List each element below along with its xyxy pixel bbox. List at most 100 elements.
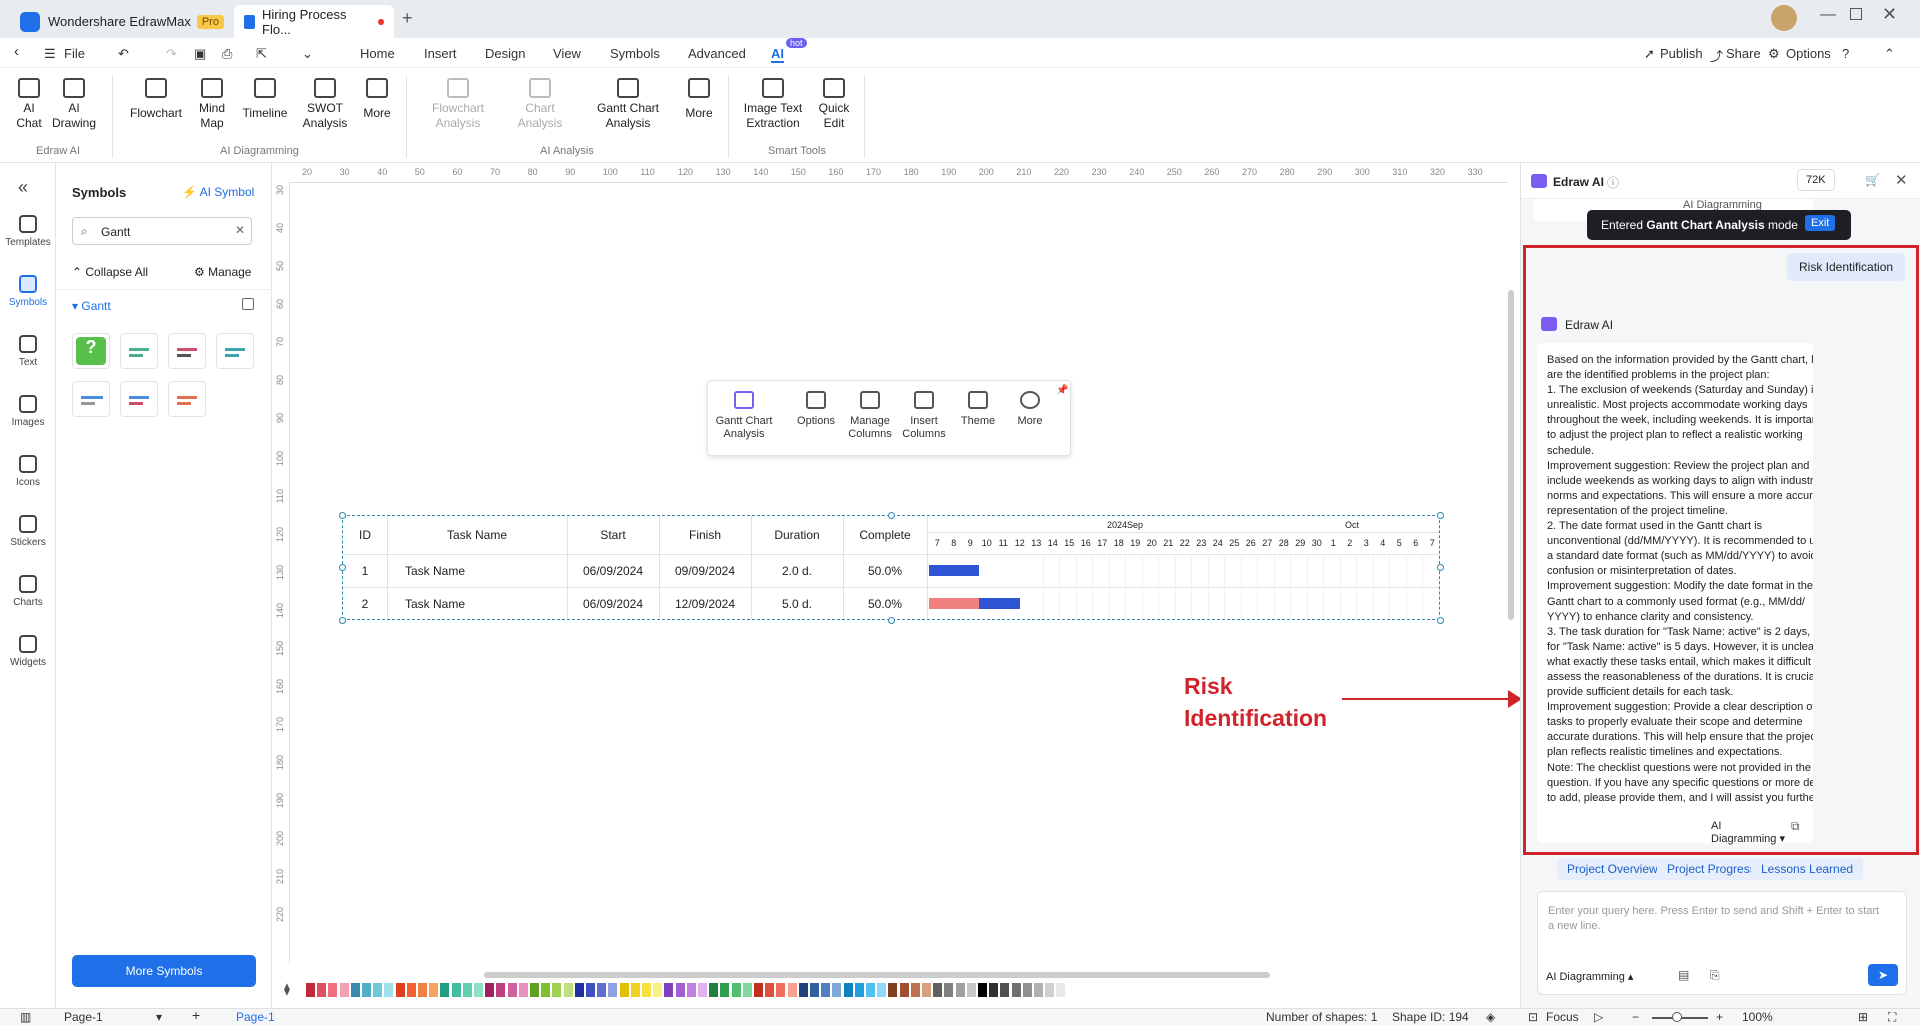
leftbar-symbols[interactable]: Symbols	[0, 275, 56, 308]
color-swatch[interactable]	[619, 983, 629, 997]
theme-button[interactable]: Theme	[958, 391, 998, 428]
suggestion-lessons-learned[interactable]: Lessons Learned	[1751, 858, 1864, 880]
color-swatch[interactable]	[854, 983, 864, 997]
options-float-button[interactable]: Options	[794, 391, 838, 428]
color-swatch[interactable]	[698, 983, 707, 997]
color-swatch[interactable]	[563, 983, 573, 997]
zoom-out-icon[interactable]: −	[1632, 1010, 1639, 1024]
color-swatch[interactable]	[541, 983, 551, 997]
color-swatch[interactable]	[328, 983, 338, 997]
color-swatch[interactable]	[384, 983, 394, 997]
attach-file-icon[interactable]: ⎘	[1710, 968, 1720, 983]
quick-edit-button[interactable]: Quick Edit	[814, 78, 854, 131]
gantt-chart[interactable]: ID Task Name Start Finish Duration Complete 1 T…	[339, 512, 1444, 624]
focus-icon[interactable]: ⊡	[1528, 1010, 1538, 1024]
manage-columns-button[interactable]: Manage Columns	[846, 391, 894, 441]
collapse-panel-icon[interactable]: «	[18, 177, 28, 198]
color-swatch[interactable]	[742, 983, 752, 997]
color-swatch[interactable]	[675, 983, 685, 997]
color-swatch[interactable]	[843, 983, 853, 997]
menu-insert[interactable]: Insert	[424, 46, 457, 61]
leftbar-charts[interactable]: Charts	[0, 575, 56, 608]
symbol-search-input[interactable]: ⌕ Gantt ✕	[72, 217, 252, 245]
undo-icon[interactable]: ↶	[118, 46, 129, 62]
color-swatch[interactable]	[362, 983, 371, 997]
help-icon[interactable]: ?	[1842, 46, 1849, 61]
collapse-all-button[interactable]: ⌃ Collapse All	[72, 265, 148, 279]
color-swatch[interactable]	[317, 983, 327, 997]
symbol-gantt-4[interactable]	[72, 381, 110, 417]
fill-bucket-icon[interactable]: ⧫	[284, 982, 290, 996]
fit-page-icon[interactable]: ⊞	[1858, 1010, 1868, 1024]
export-icon[interactable]: ⇱	[256, 46, 267, 62]
zoom-in-icon[interactable]: +	[1716, 1010, 1723, 1024]
color-swatch[interactable]	[474, 983, 483, 997]
color-swatch[interactable]	[597, 983, 607, 997]
color-swatch[interactable]	[888, 983, 898, 997]
add-page-icon[interactable]: +	[192, 1007, 200, 1023]
zoom-slider-thumb[interactable]	[1672, 1012, 1682, 1022]
color-swatch[interactable]	[989, 983, 999, 997]
color-swatch[interactable]	[530, 983, 539, 997]
color-swatch[interactable]	[630, 983, 640, 997]
info-icon[interactable]: ⓘ	[1607, 174, 1619, 191]
more-symbols-button[interactable]: More Symbols	[72, 955, 256, 987]
new-tab-icon[interactable]: +	[402, 8, 413, 29]
color-swatch[interactable]	[810, 983, 819, 997]
color-swatch[interactable]	[866, 983, 875, 997]
fullscreen-icon[interactable]: ⛶	[1888, 1010, 1896, 1025]
color-swatch[interactable]	[720, 983, 730, 997]
color-swatch[interactable]	[1056, 983, 1066, 997]
leftbar-images[interactable]: Images	[0, 395, 56, 428]
color-swatch[interactable]	[686, 983, 696, 997]
color-swatch[interactable]	[1022, 983, 1032, 997]
color-swatch[interactable]	[664, 983, 674, 997]
back-icon[interactable]: ‹	[14, 43, 19, 60]
share-button[interactable]: Share	[1726, 46, 1761, 61]
leftbar-stickers[interactable]: Stickers	[0, 515, 56, 548]
color-swatch[interactable]	[518, 983, 528, 997]
options-button[interactable]: Options	[1786, 46, 1831, 61]
color-swatch[interactable]	[440, 983, 450, 997]
ai-drawing-button[interactable]: AI Drawing	[52, 78, 96, 131]
response-mode-dropdown[interactable]: AI Diagramming ▾	[1711, 820, 1787, 845]
file-menu[interactable]: File	[64, 46, 85, 61]
color-swatch[interactable]	[1011, 983, 1021, 997]
more-dropdown-icon[interactable]: ⌄	[302, 46, 313, 62]
color-swatch[interactable]	[966, 983, 976, 997]
color-swatch[interactable]	[395, 983, 405, 997]
suggestion-project-overview[interactable]: Project Overview	[1557, 858, 1668, 880]
color-swatch[interactable]	[339, 983, 349, 997]
credits-badge[interactable]: 72K	[1797, 169, 1835, 191]
color-swatch[interactable]	[754, 983, 763, 997]
color-swatch[interactable]	[944, 983, 954, 997]
leftbar-templates[interactable]: Templates	[0, 215, 56, 248]
symbol-gantt-5[interactable]	[120, 381, 158, 417]
gantt-category[interactable]: ▾ Gantt	[72, 299, 111, 313]
insert-columns-button[interactable]: Insert Columns	[900, 391, 948, 441]
send-icon[interactable]: ➤	[1868, 964, 1898, 986]
pin-icon[interactable]: 📌	[1056, 385, 1068, 396]
image-upload-icon[interactable]: ▤	[1678, 968, 1689, 982]
gantt-analysis-float-button[interactable]: Gantt Chart Analysis	[712, 391, 776, 441]
document-tab[interactable]: Hiring Process Flo...	[234, 5, 394, 38]
resize-handle[interactable]	[1437, 512, 1444, 519]
color-swatch[interactable]	[821, 983, 831, 997]
color-swatch[interactable]	[978, 983, 987, 997]
color-swatch[interactable]	[787, 983, 797, 997]
swot-button[interactable]: SWOT Analysis	[300, 78, 350, 131]
leftbar-icons[interactable]: Icons	[0, 455, 56, 488]
menu-symbols[interactable]: Symbols	[610, 46, 660, 61]
color-swatch[interactable]	[642, 983, 651, 997]
zoom-level[interactable]: 100%	[1742, 1010, 1773, 1024]
publish-button[interactable]: Publish	[1660, 46, 1703, 61]
redo-icon[interactable]: ↷	[166, 46, 177, 62]
maximize-icon[interactable]	[1850, 8, 1862, 20]
mindmap-button[interactable]: Mind Map	[194, 78, 230, 131]
caret-down-icon[interactable]: ▾	[156, 1010, 162, 1024]
color-swatch[interactable]	[877, 983, 887, 997]
color-swatch[interactable]	[574, 983, 584, 997]
close-panel-icon[interactable]: ✕	[1895, 171, 1908, 189]
minimize-icon[interactable]: —	[1820, 6, 1836, 24]
color-swatch[interactable]	[306, 983, 315, 997]
